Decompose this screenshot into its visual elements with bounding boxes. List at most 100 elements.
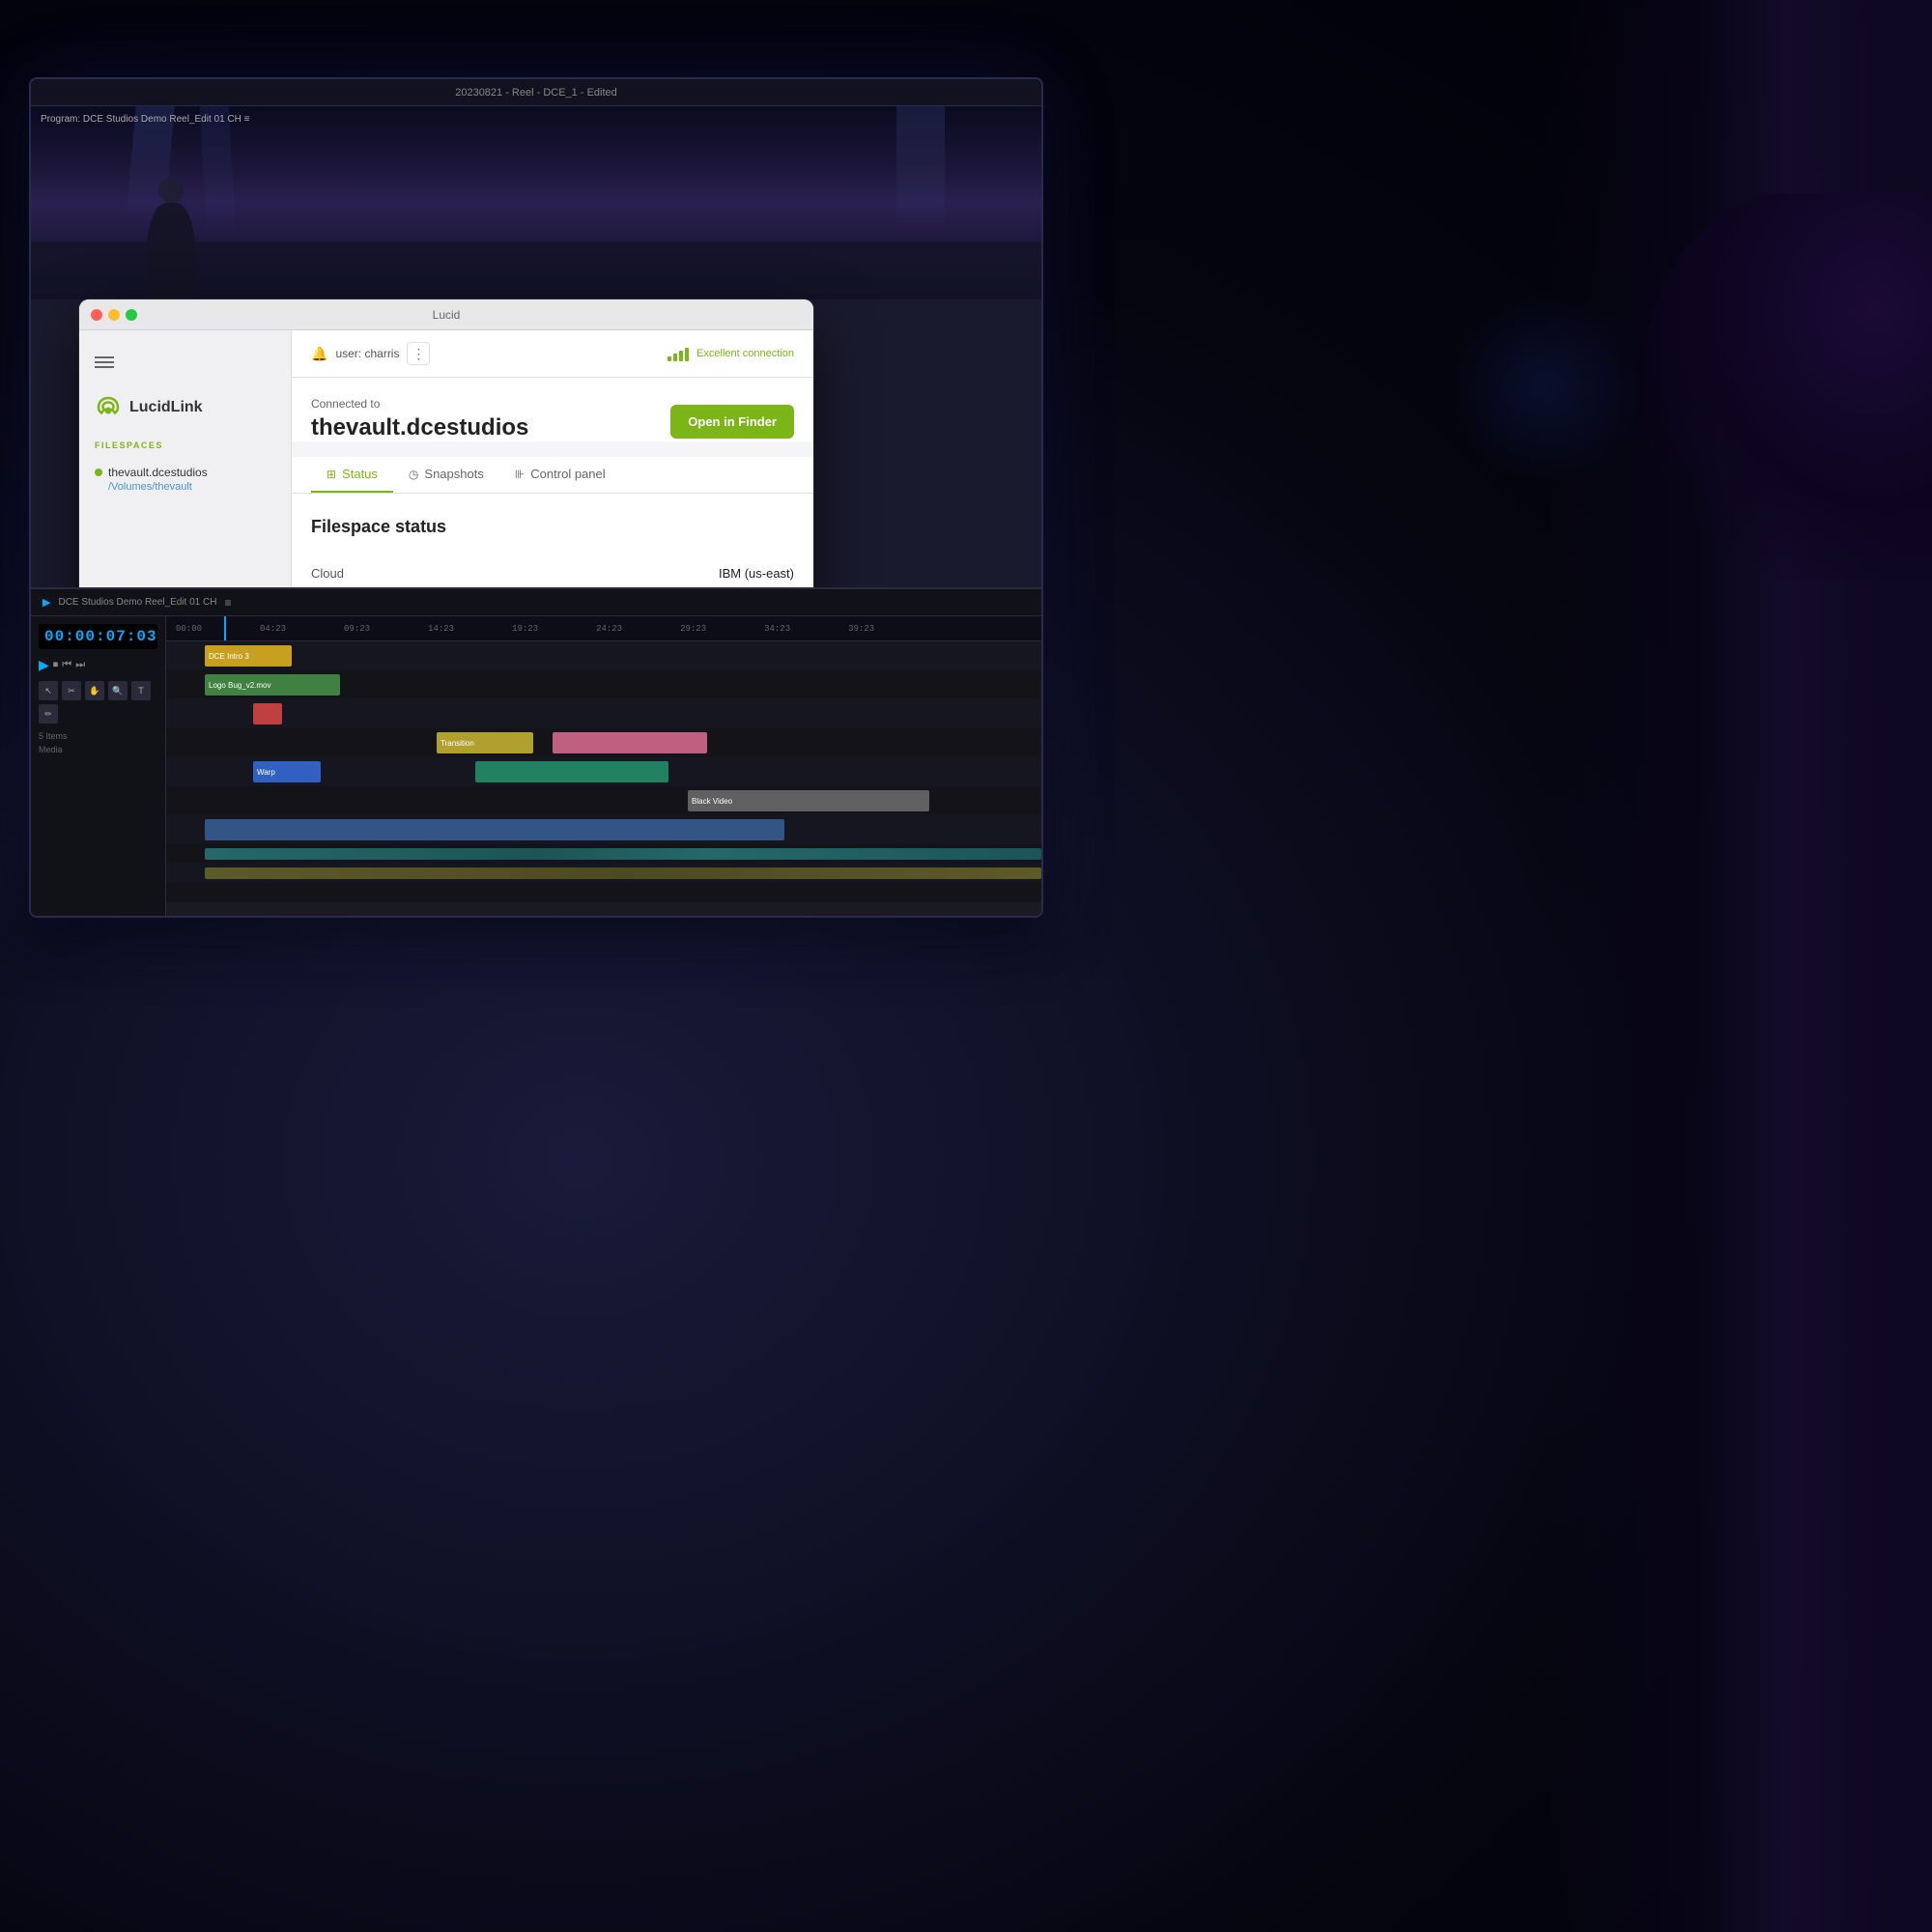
tab-snapshots-label: Snapshots: [424, 467, 483, 481]
traffic-lights: [91, 309, 137, 321]
track-s: S: [166, 883, 1041, 902]
close-button[interactable]: [91, 309, 102, 321]
signal-bars-icon: [668, 346, 689, 361]
video-preview: Program: DCE Studios Demo Reel_Edit 01 C…: [31, 106, 1041, 299]
transport-controls: ▶ ⏹ ⏮ ⏭: [39, 657, 157, 673]
play-button[interactable]: ▶: [43, 596, 50, 609]
premiere-timeline: ▶ DCE Studios Demo Reel_Edit 01 CH ≡ 00:…: [31, 587, 1041, 916]
filespace-name: thevault.dcestudios: [95, 466, 275, 479]
clip-dce-intro[interactable]: DCE Intro 3: [205, 645, 292, 667]
filespace-path: /Volumes/thevault: [95, 481, 275, 493]
transport-next[interactable]: ⏭: [75, 659, 85, 673]
tabs: ⊞ Status ◷ Snapshots ⊪ Control panel: [292, 457, 813, 494]
maximize-button[interactable]: [126, 309, 137, 321]
clip-logo-bug[interactable]: Logo Bug_v2.mov: [205, 674, 340, 696]
media-label: Media: [39, 745, 157, 754]
premiere-sequence-title: DCE Studios Demo Reel_Edit 01 CH: [58, 597, 216, 608]
tool-zoom[interactable]: 🔍: [108, 681, 128, 700]
open-finder-button[interactable]: Open in Finder: [670, 405, 794, 439]
tc-8: 34:23: [764, 624, 790, 634]
signal-bar-1: [668, 356, 671, 361]
tc-5: 19:23: [512, 624, 538, 634]
premiere-header: ▶ DCE Studios Demo Reel_Edit 01 CH ≡: [31, 589, 1041, 616]
track-v7: V7: [166, 699, 1041, 728]
track-v6: V6 Transition: [166, 728, 1041, 757]
track-v9: V9 🔒 DCE Intro 3: [166, 641, 1041, 670]
window-titlebar: Lucid: [79, 299, 813, 330]
control-panel-tab-icon: ⊪: [515, 468, 525, 481]
minimize-button[interactable]: [108, 309, 120, 321]
tc-2: 04:23: [260, 624, 286, 634]
signal-bar-3: [679, 351, 683, 361]
premiere-menu-icon[interactable]: ≡: [224, 596, 231, 610]
clip-v7[interactable]: [253, 703, 282, 724]
timeline-timecodes: 00:00 04:23 09:23 14:23 19:23 24:23 29:2…: [176, 624, 874, 634]
tracks-container: V9 🔒 DCE Intro 3 V8 Logo Bug_v2.mov: [166, 641, 1041, 918]
menu-icon[interactable]: [79, 346, 291, 379]
filespace-status-dot: [95, 469, 102, 476]
clip-v3[interactable]: [205, 819, 784, 840]
connection-text: Excellent connection: [696, 348, 794, 359]
cloud-label: Cloud: [311, 566, 344, 581]
clip-v6b[interactable]: [553, 732, 707, 753]
timeline-area: 00:00 04:23 09:23 14:23 19:23 24:23 29:2…: [166, 616, 1041, 918]
signal-bar-2: [673, 354, 677, 361]
lucidlink-logo-icon: [95, 394, 122, 421]
track-v5: V5 Warp: [166, 757, 1041, 786]
clip-black-video[interactable]: Black Video: [688, 790, 929, 811]
user-info: 🔔 user: charris ⋮: [311, 342, 430, 365]
connected-label: Connected to: [311, 397, 528, 411]
audio-waveform-h: [205, 867, 1041, 879]
tab-snapshots[interactable]: ◷ Snapshots: [393, 457, 499, 493]
clip-v5b[interactable]: [475, 761, 668, 782]
clip-dce-intro-label: DCE Intro 3: [209, 652, 249, 661]
timecode-display: 00:00:07:03: [39, 624, 157, 649]
program-label-text: Program: DCE Studios Demo Reel_Edit 01 C…: [41, 114, 249, 125]
tool-icons: ↖ ✂ ✋ 🔍 T ✏: [39, 681, 157, 724]
track-v4: V4 Black Video: [166, 786, 1041, 815]
tool-pen[interactable]: ✏: [39, 704, 58, 724]
tab-control-panel[interactable]: ⊪ Control panel: [499, 457, 621, 493]
timeline-ruler: 00:00 04:23 09:23 14:23 19:23 24:23 29:2…: [166, 616, 1041, 641]
snapshots-tab-icon: ◷: [409, 468, 418, 481]
clip-transition[interactable]: Transition: [437, 732, 533, 753]
tab-control-panel-label: Control panel: [530, 467, 605, 481]
clip-warp[interactable]: Warp: [253, 761, 321, 782]
video-content: [31, 106, 1041, 299]
main-topbar: 🔔 user: charris ⋮: [292, 330, 813, 378]
audio-waveform-v3: [205, 848, 1041, 860]
logo-text: LucidLink: [129, 399, 203, 416]
clip-black-video-label: Black Video: [692, 797, 732, 806]
signal-bar-4: [685, 348, 689, 361]
tool-razor[interactable]: ✂: [62, 681, 81, 700]
tc-4: 14:23: [428, 624, 454, 634]
filespaces-label: FILESPACES: [79, 440, 291, 458]
monitor-title: 20230821 - Reel - DCE_1 - Edited: [455, 87, 617, 99]
tc-7: 29:23: [680, 624, 706, 634]
tool-type[interactable]: T: [131, 681, 151, 700]
tc-3: 09:23: [344, 624, 370, 634]
transport-play[interactable]: ▶: [39, 657, 49, 673]
status-row-cloud: Cloud IBM (us-east): [311, 556, 794, 591]
clip-warp-label: Warp: [257, 768, 275, 777]
clip-transition-label: Transition: [440, 739, 474, 748]
connection-status: Excellent connection: [668, 346, 794, 361]
lucidlink-logo: LucidLink: [79, 386, 291, 440]
tc-9: 39:23: [848, 624, 874, 634]
filespace-item[interactable]: thevault.dcestudios /Volumes/thevault: [79, 458, 291, 500]
track-h: H: [166, 864, 1041, 883]
tab-status-label: Status: [342, 467, 378, 481]
tool-select[interactable]: ↖: [39, 681, 58, 700]
timecode-panel: 00:00:07:03 ▶ ⏹ ⏮ ⏭ ↖ ✂ ✋ 🔍 T ✏ 5 Items …: [31, 616, 166, 918]
tab-status[interactable]: ⊞ Status: [311, 457, 393, 493]
more-options-button[interactable]: ⋮: [407, 342, 430, 365]
tc-1: 00:00: [176, 624, 202, 634]
status-tab-icon: ⊞: [327, 468, 336, 481]
tool-hand[interactable]: ✋: [85, 681, 104, 700]
track-v8: V8 Logo Bug_v2.mov: [166, 670, 1041, 699]
user-icon: 🔔: [311, 346, 327, 362]
transport-stop[interactable]: ⏹: [53, 659, 59, 673]
window-title: Lucid: [433, 308, 461, 322]
transport-prev[interactable]: ⏮: [62, 659, 71, 673]
program-label: Program: DCE Studios Demo Reel_Edit 01 C…: [41, 114, 249, 125]
